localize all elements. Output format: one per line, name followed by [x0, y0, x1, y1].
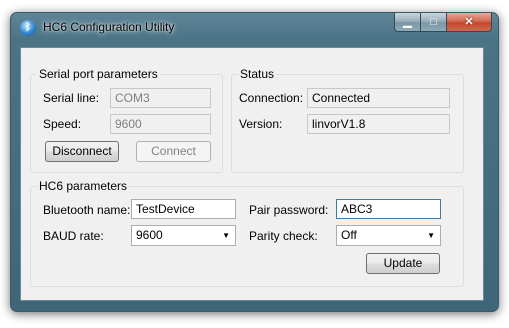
parity-check-select[interactable]: Off ▼ [336, 225, 441, 246]
chevron-down-icon: ▼ [427, 231, 435, 240]
parity-check-label: Parity check: [249, 229, 318, 243]
version-label: Version: [239, 117, 283, 131]
serial-line-field: COM3 [110, 88, 211, 108]
parity-check-value: Off [341, 228, 357, 242]
minimize-button[interactable]: ▁ [394, 13, 421, 32]
speed-field: 9600 [110, 114, 211, 134]
pair-password-input[interactable]: ABC3 [336, 199, 441, 219]
baud-rate-select[interactable]: 9600 ▼ [131, 225, 236, 246]
connect-button[interactable]: Connect [136, 141, 211, 162]
status-group: Status Connection: Connected Version: li… [231, 67, 464, 173]
window-title: HC6 Configuration Utility [43, 20, 175, 34]
bluetooth-icon: ᛒ [20, 20, 36, 36]
pair-password-label: Pair password: [249, 203, 329, 217]
maximize-button[interactable]: □ [421, 13, 447, 32]
version-value: linvorV1.8 [307, 114, 450, 134]
caption-buttons: ▁ □ ✕ [394, 13, 492, 32]
serial-line-label: Serial line: [43, 91, 100, 105]
hc6-parameters-group: HC6 parameters Bluetooth name: TestDevic… [30, 179, 464, 287]
serial-port-group-title: Serial port parameters [37, 67, 160, 81]
disconnect-button[interactable]: Disconnect [45, 141, 119, 162]
baud-rate-value: 9600 [136, 228, 163, 242]
bluetooth-name-label: Bluetooth name: [43, 203, 131, 217]
client-area: Serial port parameters Serial line: COM3… [20, 47, 484, 301]
baud-rate-label: BAUD rate: [43, 229, 104, 243]
close-button[interactable]: ✕ [447, 13, 492, 32]
hc6-parameters-group-title: HC6 parameters [37, 179, 130, 193]
connection-label: Connection: [239, 91, 304, 105]
connection-value: Connected [307, 88, 450, 108]
bluetooth-name-input[interactable]: TestDevice [131, 199, 236, 219]
chevron-down-icon: ▼ [222, 231, 230, 240]
status-group-title: Status [238, 67, 277, 81]
update-button[interactable]: Update [366, 253, 440, 274]
serial-port-group: Serial port parameters Serial line: COM3… [30, 67, 223, 173]
speed-label: Speed: [43, 117, 82, 131]
